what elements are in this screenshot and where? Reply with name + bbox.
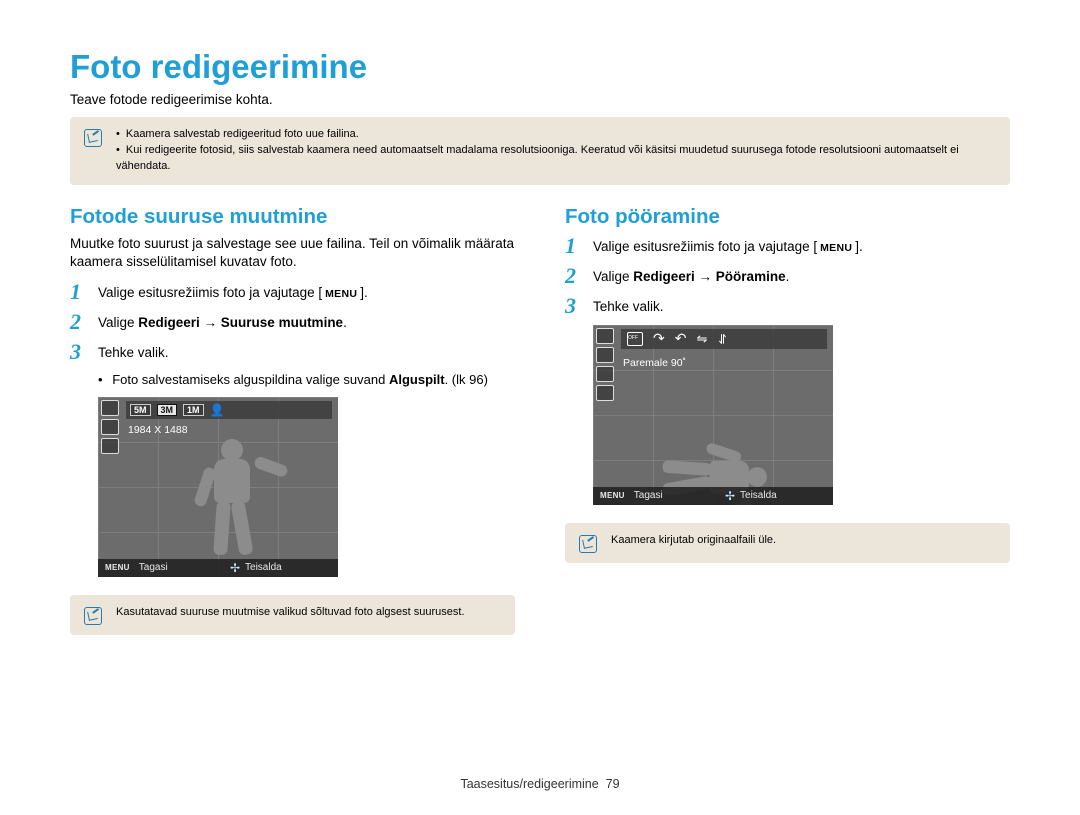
effect-icon	[596, 366, 614, 382]
step-text: Valige esitusrežiimis foto ja vajutage […	[98, 281, 368, 303]
size-chip-3m: 3M	[157, 404, 178, 416]
menu-chip: MENU	[322, 287, 360, 302]
step-number: 3	[70, 341, 88, 363]
section-desc-resize: Muutke foto suurust ja salvestage see uu…	[70, 235, 515, 271]
top-note-list: Kaamera salvestab redigeeritud foto uue …	[116, 127, 996, 175]
off-icon	[596, 347, 614, 363]
size-options-row: 5M 3M 1M 👤	[126, 401, 332, 419]
dpad-icon: ✢	[725, 489, 735, 503]
section-heading-resize: Fotode suuruse muutmine	[70, 205, 515, 229]
rotate-left-icon	[675, 330, 687, 347]
page-subtitle: Teave fotode redigeerimise kohta.	[70, 92, 1010, 107]
step-number: 2	[565, 265, 583, 287]
resize-note-text: Kasutatavad suuruse muutmise valikud sõl…	[116, 605, 465, 625]
page-footer: Taasesitus/redigeerimine 79	[0, 777, 1080, 791]
steps-resize: 1 Valige esitusrežiimis foto ja vajutage…	[70, 281, 515, 363]
size-chip-1m: 1M	[183, 404, 204, 416]
lcd-bottom-bar: MENU Tagasi ✢ Teisalda	[98, 559, 338, 577]
step-number: 1	[70, 281, 88, 303]
play-icon	[596, 328, 614, 344]
step-number: 2	[70, 311, 88, 333]
person-icon: 👤	[210, 403, 225, 417]
rotate-options-row	[621, 329, 827, 349]
col-resize: Fotode suuruse muutmine Muutke foto suur…	[70, 205, 515, 635]
footer-section: Taasesitus/redigeerimine	[460, 777, 598, 791]
lcd-bottom-bar: MENU Tagasi ✢ Teisalda	[593, 487, 833, 505]
step-text: Tehke valik.	[593, 295, 664, 317]
steps-rotate: 1 Valige esitusrežiimis foto ja vajutage…	[565, 235, 1010, 317]
flip-vertical-icon	[715, 333, 731, 344]
step-text: Tehke valik.	[98, 341, 169, 363]
step-number: 1	[565, 235, 583, 257]
menu-chip: MENU	[817, 241, 855, 256]
note-icon	[84, 607, 102, 625]
col-rotate: Foto pööramine 1 Valige esitusrežiimis f…	[565, 205, 1010, 635]
rotate-off-icon	[627, 332, 643, 346]
footer-page-number: 79	[606, 777, 620, 791]
effect-icon	[101, 438, 119, 454]
rotate-note-box: Kaamera kirjutab originaalfaili üle.	[565, 523, 1010, 563]
rotate-note-text: Kaamera kirjutab originaalfaili üle.	[611, 533, 776, 553]
move-label: Teisalda	[245, 562, 282, 573]
resize-note-box: Kasutatavad suuruse muutmise valikud sõl…	[70, 595, 515, 635]
camera-screen-resize: 5M 3M 1M 👤 1984 X 1488 MENU Tagasi ✢ Tei…	[98, 397, 338, 577]
top-note-item: Kaamera salvestab redigeeritud foto uue …	[116, 127, 996, 143]
crop-icon	[596, 385, 614, 401]
top-note-item: Kui redigeerite fotosid, siis salvestab …	[116, 143, 996, 175]
lcd-left-icons	[98, 397, 122, 577]
page-title: Foto redigeerimine	[70, 48, 1010, 86]
note-icon	[84, 129, 102, 147]
camera-screen-rotate: Paremale 90˚ MENU Tagasi ✢ Teisalda	[593, 325, 833, 505]
menu-chip: MENU	[102, 563, 133, 572]
step-number: 3	[565, 295, 583, 317]
back-label: Tagasi	[634, 490, 663, 501]
flip-horizontal-icon	[696, 331, 707, 347]
dpad-icon: ✢	[230, 561, 240, 575]
sub-bullet: Foto salvestamiseks alguspildina valige …	[108, 371, 515, 389]
step-text: Valige Redigeeri → Suuruse muutmine.	[98, 311, 347, 333]
resolution-value: 1984 X 1488	[128, 424, 188, 436]
note-icon	[579, 535, 597, 553]
person-silhouette	[197, 439, 267, 559]
top-note-box: Kaamera salvestab redigeeritud foto uue …	[70, 117, 1010, 185]
rotate-right-icon	[653, 330, 665, 347]
move-label: Teisalda	[740, 490, 777, 501]
back-label: Tagasi	[139, 562, 168, 573]
step-text: Valige Redigeeri → Pööramine.	[593, 265, 789, 287]
size-chip-5m: 5M	[130, 404, 151, 416]
play-icon	[101, 400, 119, 416]
section-heading-rotate: Foto pööramine	[565, 205, 1010, 229]
menu-chip: MENU	[597, 491, 628, 500]
rotate-value: Paremale 90˚	[623, 357, 686, 369]
step-text: Valige esitusrežiimis foto ja vajutage […	[593, 235, 863, 257]
lcd-left-icons	[593, 325, 617, 505]
clock-icon	[101, 419, 119, 435]
